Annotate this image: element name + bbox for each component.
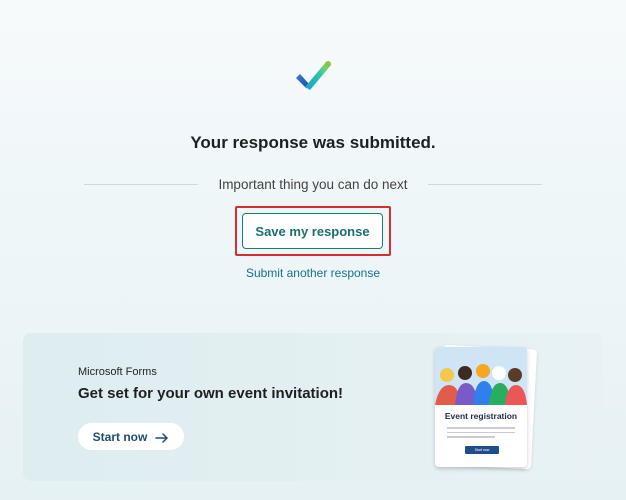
card-text-lines — [447, 427, 515, 441]
promo-heading: Get set for your own event invitation! — [78, 385, 344, 402]
event-card-illustration: Event registration Start now — [435, 347, 527, 467]
page-title: Your response was submitted. — [190, 133, 436, 152]
card-text-line — [447, 427, 515, 429]
divider-line-right — [427, 183, 542, 185]
next-step-label: Important thing you can do next — [218, 176, 408, 192]
save-response-button[interactable]: Save my response — [242, 213, 383, 249]
card-text-line — [447, 431, 515, 433]
card-title: Event registration — [444, 411, 518, 421]
arrow-right-icon — [155, 432, 169, 443]
promo-brand: Microsoft Forms — [78, 366, 157, 378]
checkmark-icon — [288, 52, 336, 100]
people-illustration — [435, 347, 527, 405]
start-now-button[interactable]: Start now — [78, 423, 184, 450]
submit-another-link[interactable]: Submit another response — [0, 266, 626, 280]
card-text-line — [447, 436, 495, 438]
start-now-label: Start now — [92, 429, 148, 444]
next-step-divider: Important thing you can do next — [84, 174, 542, 194]
divider-line-left — [84, 183, 199, 185]
promo-banner: Microsoft Forms Get set for your own eve… — [23, 333, 603, 481]
card-start-button: Start now — [465, 446, 499, 454]
